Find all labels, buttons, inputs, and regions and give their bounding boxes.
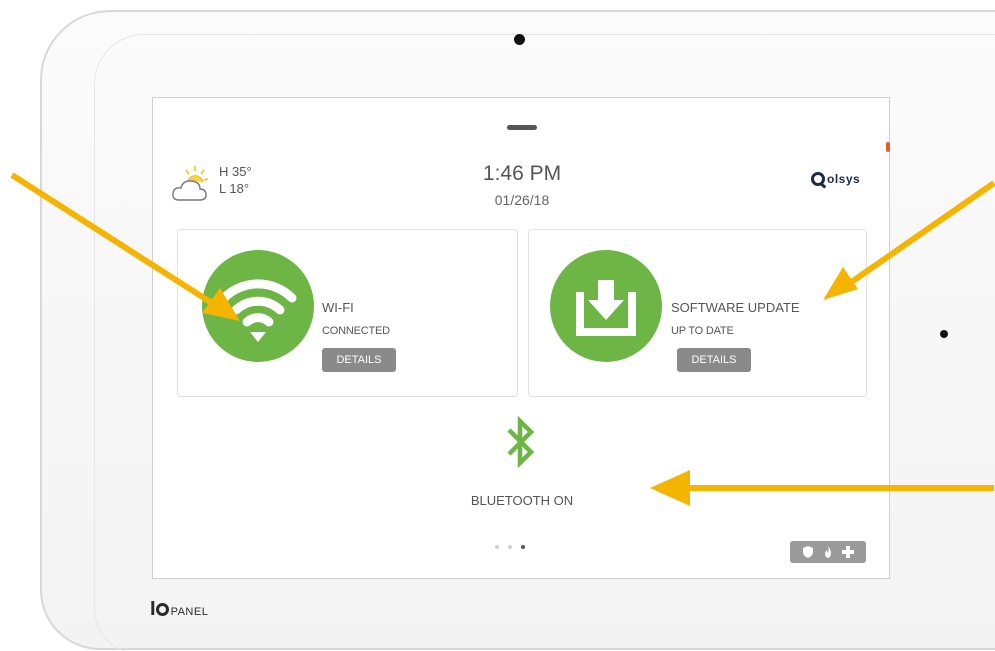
status-indicator [886, 142, 890, 152]
software-update-card[interactable]: SOFTWARE UPDATE UP TO DATE DETAILS [528, 229, 867, 397]
pull-down-handle[interactable] [507, 125, 537, 130]
plus-icon [842, 546, 854, 558]
page-indicator[interactable] [495, 545, 525, 549]
product-name: PANEL [170, 605, 209, 618]
bluetooth-status: BLUETOOTH ON [470, 493, 574, 508]
bluetooth-icon[interactable] [501, 412, 541, 472]
wifi-icon [219, 279, 297, 342]
flame-icon [825, 546, 831, 558]
update-details-button[interactable]: DETAILS [677, 348, 751, 372]
update-status: UP TO DATE [671, 325, 734, 337]
wifi-card[interactable]: WI-FI CONNECTED DETAILS [177, 229, 518, 397]
clock-date: 01/26/18 [494, 192, 550, 208]
brand-logo: olsys [811, 172, 860, 186]
product-q-icon [155, 603, 169, 616]
proximity-sensor [940, 330, 948, 338]
page-dot[interactable] [495, 545, 499, 549]
product-iq-mark: I [150, 598, 155, 620]
brand-q-icon [811, 172, 825, 186]
brand-name: olsys [827, 172, 861, 186]
wifi-title: WI-FI [322, 300, 354, 315]
page-dot[interactable] [508, 545, 512, 549]
update-title: SOFTWARE UPDATE [671, 300, 800, 315]
clock-time: 1:46 PM [482, 162, 562, 185]
product-logo: I PANEL [150, 598, 208, 621]
touch-screen: H 35° L 18° 1:46 PM 01/26/18 olsys WI-FI… [152, 97, 890, 579]
camera-lens [514, 34, 525, 45]
wifi-icon-badge [202, 250, 314, 362]
download-icon [576, 280, 636, 336]
emergency-button[interactable] [790, 541, 866, 563]
wifi-details-button[interactable]: DETAILS [322, 348, 396, 372]
page-dot-active[interactable] [521, 545, 525, 549]
wifi-status: CONNECTED [322, 325, 390, 337]
download-icon-badge [550, 250, 662, 362]
shield-icon [803, 546, 813, 558]
